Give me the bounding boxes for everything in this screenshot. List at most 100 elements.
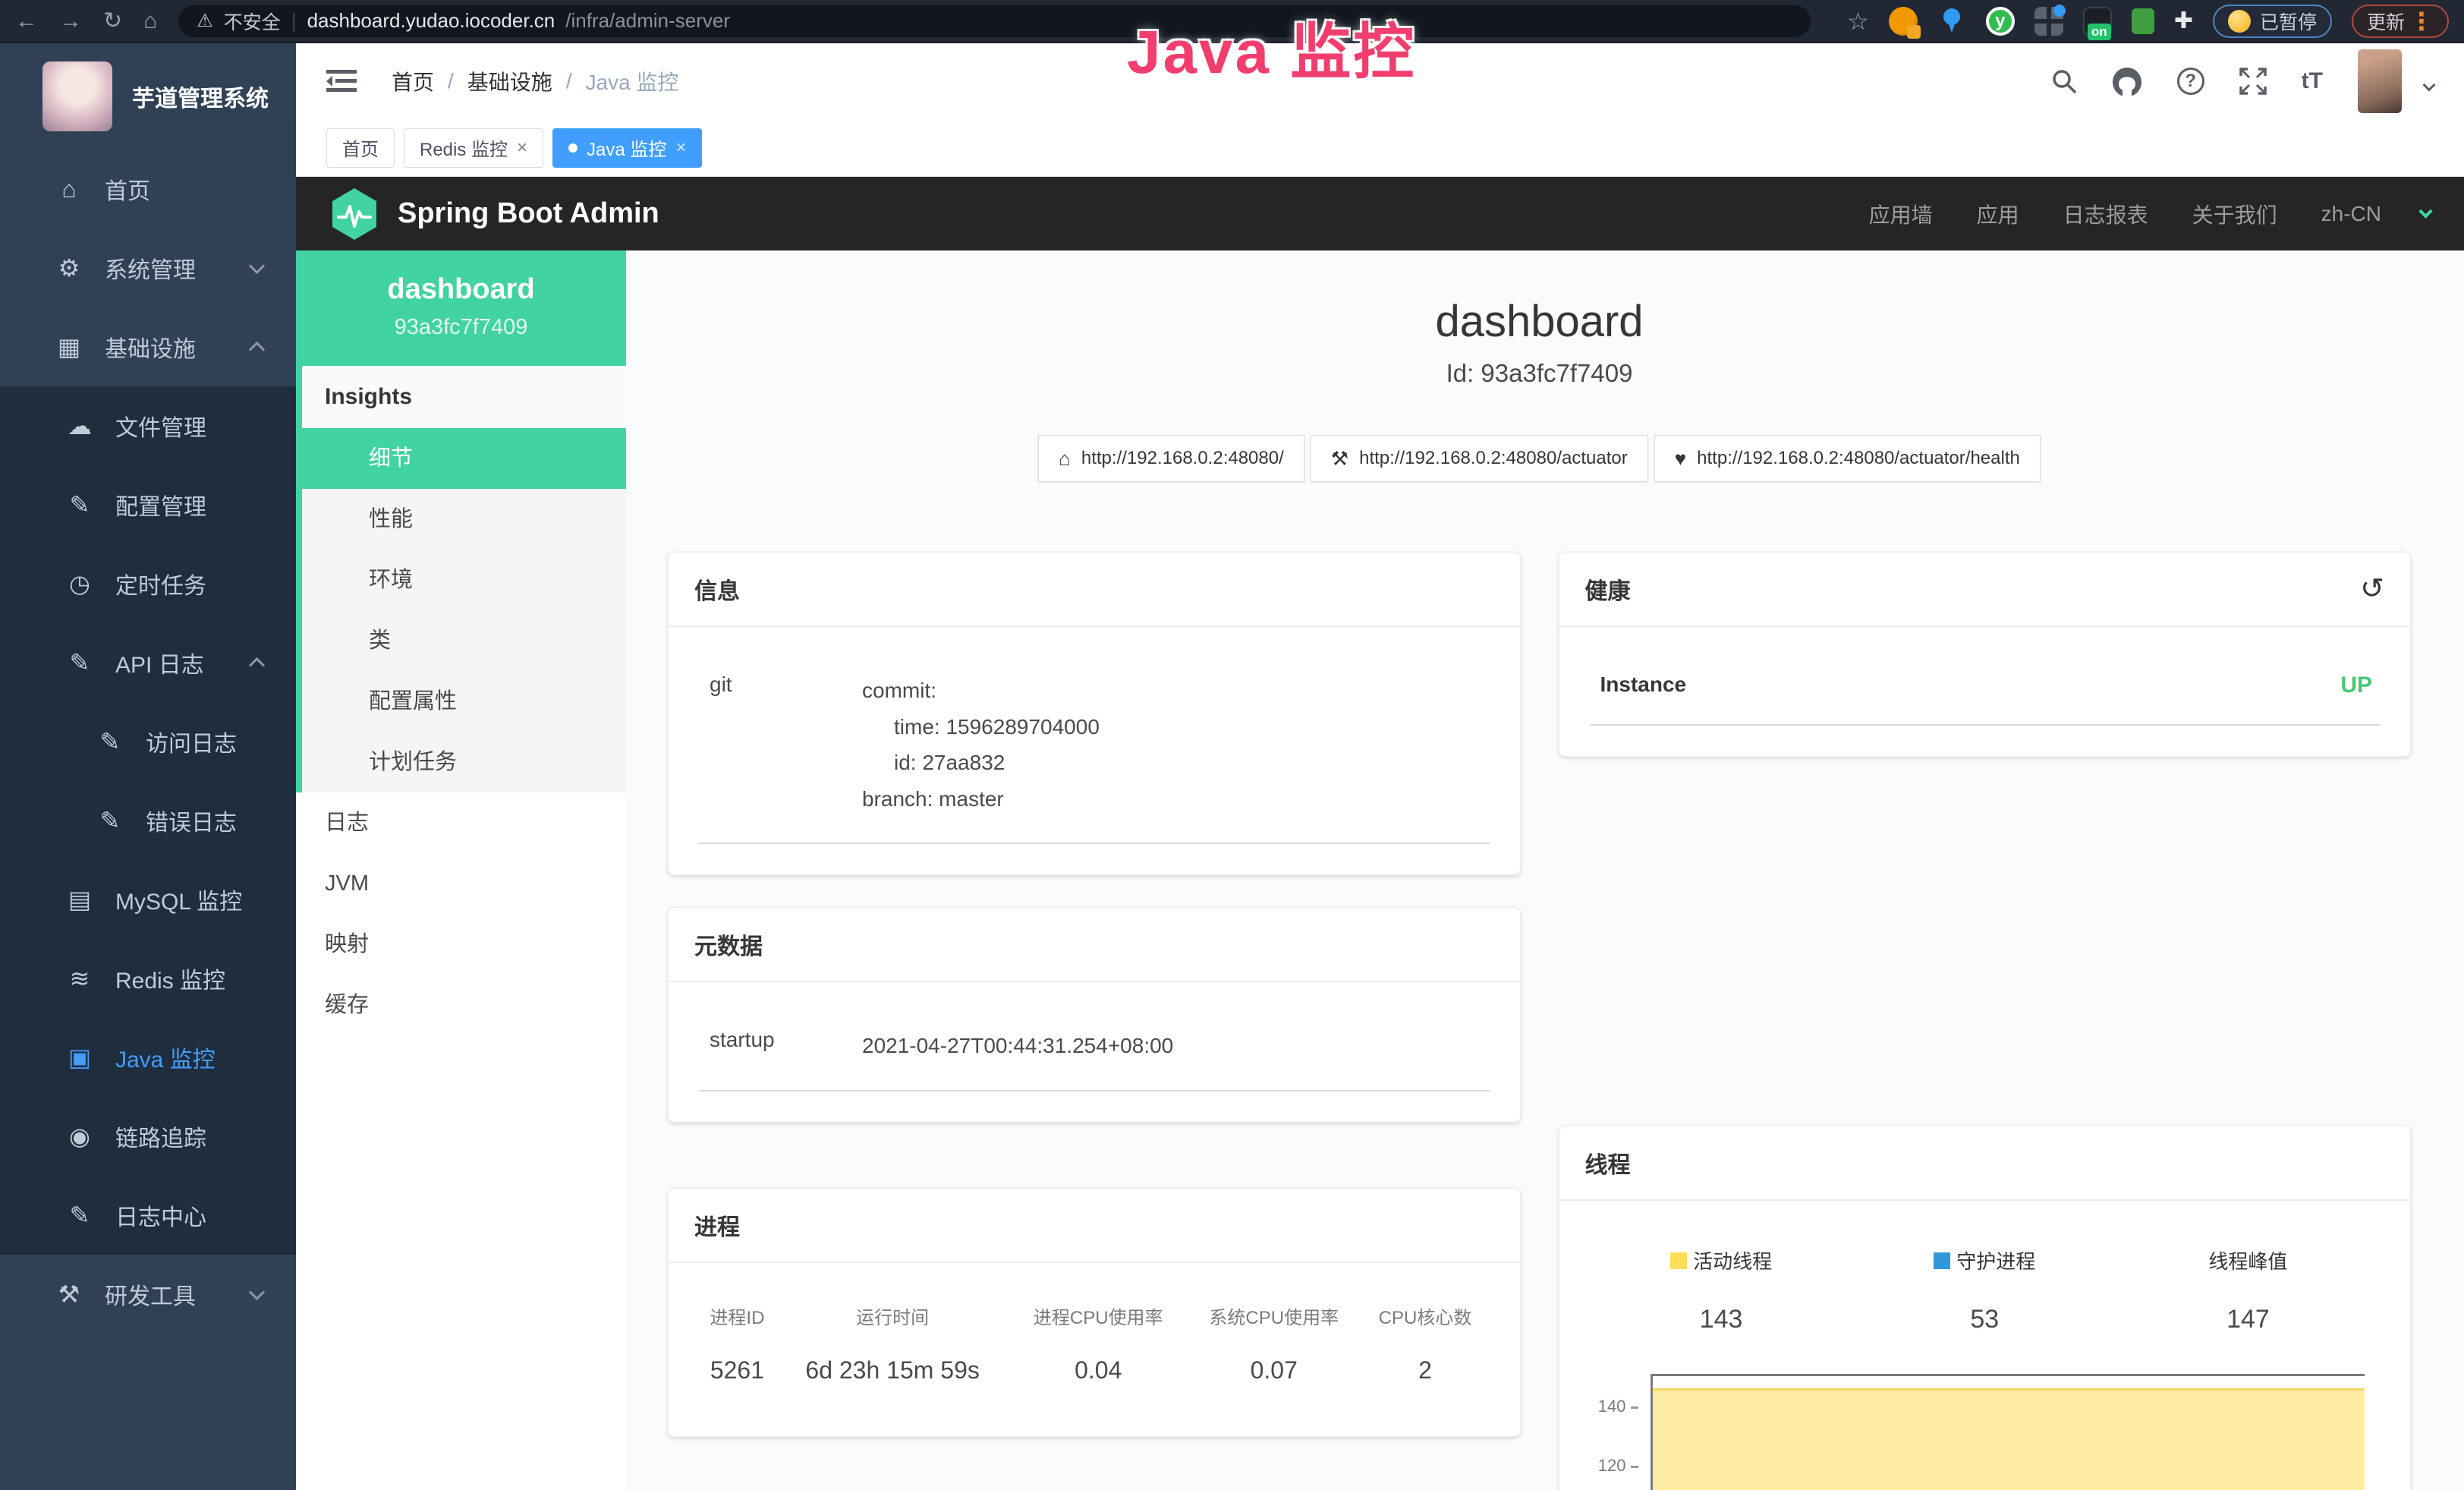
database-icon: ▤ [65,885,94,914]
language-caret-icon [2418,204,2432,218]
address-bar[interactable]: ⚠ 不安全 | dashboard.yudao.iocoder.cn /infr… [178,5,1811,37]
chevron-down-icon [249,257,265,273]
sba-menu-scheduled-tasks[interactable]: 计划任务 [296,732,626,792]
instance-name: dashboard [304,273,618,306]
live-threads-value: 143 [1590,1305,1853,1334]
sidebar-item-scheduled-tasks[interactable]: ◷ 定时任务 [0,544,296,623]
sba-menu-details[interactable]: 细节 [296,428,626,489]
font-size-icon[interactable]: tT [2302,68,2323,94]
sidebar-item-dev-tools[interactable]: ⚒ 研发工具 [0,1255,296,1334]
extension-icon-green[interactable] [2132,8,2154,34]
github-icon[interactable] [2112,67,2142,96]
sba-brand-title[interactable]: Spring Boot Admin [398,197,659,230]
metadata-card: 元数据 startup 2021-04-27T00:44:31.254+08:0… [668,907,1521,1123]
sba-menu-classes[interactable]: 类 [296,610,626,671]
health-instance-row[interactable]: Instance UP [1590,662,2381,726]
sba-menu-metrics[interactable]: 性能 [296,489,626,550]
sba-nav-about[interactable]: 关于我们 [2192,199,2277,229]
insights-section-label: Insights [296,366,626,428]
sba-menu-caches[interactable]: 缓存 [296,975,626,1035]
sidebar-item-mysql-monitor[interactable]: ▤ MySQL 监控 [0,860,296,939]
extension-icon-switch-on[interactable] [2083,7,2112,36]
active-tab-dot [568,143,577,153]
not-secure-warning-icon: ⚠ [197,10,213,32]
sidebar-item-api-logs[interactable]: ✎ API 日志 [0,623,296,702]
sidebar-item-access-logs[interactable]: ✎ 访问日志 [0,702,296,781]
sba-menu-logs[interactable]: 日志 [296,792,626,853]
extensions-puzzle-icon[interactable]: ✚ [2174,8,2193,34]
health-url-button[interactable]: ♥ http://192.168.0.2:48080/actuator/heal… [1654,435,2041,482]
actuator-url: http://192.168.0.2:48080/actuator [1359,448,1628,469]
sidebar-item-label: Java 监控 [115,1041,216,1074]
fullscreen-icon[interactable] [2239,68,2267,95]
browser-back-icon[interactable]: ← [15,10,38,33]
paused-badge[interactable]: 已暂停 [2213,5,2332,38]
browser-forward-icon[interactable]: → [59,10,82,33]
service-url-button[interactable]: ⌂ http://192.168.0.2:48080/ [1038,435,1304,482]
breadcrumb-home[interactable]: 首页 [392,66,434,96]
tools-icon: ⚒ [55,1280,83,1309]
process-value: 0.04 [1011,1356,1185,1404]
sba-language-select[interactable]: zh-CN [2321,202,2381,226]
daemon-threads-swatch [1934,1252,1950,1269]
sidebar-item-redis-monitor[interactable]: ≋ Redis 监控 [0,939,296,1018]
close-icon[interactable]: × [675,137,686,159]
tab-redis-monitor[interactable]: Redis 监控 × [404,128,543,168]
process-card-title: 进程 [669,1189,1520,1263]
heartbeat-icon: ♥ [1675,447,1686,471]
threads-legend: 活动线程 143 守护进程 53 线程峰值 [1590,1246,2381,1334]
sidebar-item-infrastructure[interactable]: ▦ 基础设施 [0,307,296,386]
sba-instance-sidebar: dashboard 93a3fc7f7409 Insights 细节 性能 环境… [296,250,626,1490]
close-icon[interactable]: × [517,137,527,159]
screen-icon: ▣ [65,1043,94,1072]
sidebar-item-config-management[interactable]: ✎ 配置管理 [0,465,296,544]
tab-home[interactable]: 首页 [326,128,395,168]
sidebar-item-label: 链路追踪 [115,1120,206,1153]
extension-icon-pin[interactable] [1937,7,1966,36]
metadata-startup-row: startup 2021-04-27T00:44:31.254+08:00 [699,1017,1490,1092]
extension-icon-y[interactable]: y [1986,7,2015,36]
user-avatar[interactable] [2358,49,2402,113]
health-key: Instance [1590,673,1687,698]
sidebar-item-file-management[interactable]: ☁ 文件管理 [0,386,296,465]
process-col-header: 运行时间 [776,1303,1010,1355]
breadcrumb-infrastructure[interactable]: 基础设施 [467,66,552,96]
sba-nav-wallboard[interactable]: 应用墙 [1869,199,1933,229]
sidebar-logo-row[interactable]: 芋道管理系统 [0,43,296,150]
history-icon[interactable]: ↺ [2360,575,2384,603]
sba-menu-mappings[interactable]: 映射 [296,914,626,975]
sba-menu-config-props[interactable]: 配置属性 [296,671,626,732]
sidebar-item-log-center[interactable]: ✎ 日志中心 [0,1176,296,1255]
browser-reload-icon[interactable]: ↻ [103,10,122,33]
sidebar-item-label: 错误日志 [146,804,237,837]
threads-card-title: 线程 [1559,1126,2411,1201]
help-icon[interactable]: ? [2177,68,2204,95]
security-label: 不安全 [224,8,281,35]
browser-menu-kebab-icon[interactable]: ⋮ [2409,7,2434,36]
sidebar-item-trace[interactable]: ◉ 链路追踪 [0,1097,296,1176]
update-button[interactable]: 更新 ⋮ [2352,5,2449,38]
live-threads-swatch [1670,1252,1687,1269]
actuator-url-button[interactable]: ⚒ http://192.168.0.2:48080/actuator [1311,435,1648,482]
bookmark-star-icon[interactable]: ☆ [1847,7,1869,36]
sba-nav-journal[interactable]: 日志报表 [2063,199,2148,229]
sba-nav-applications[interactable]: 应用 [1977,199,2019,229]
sidebar-item-system-management[interactable]: ⚙ 系统管理 [0,228,296,307]
avatar-caret-icon[interactable] [2423,79,2436,92]
admin-sidebar: 芋道管理系统 ⌂ 首页 ⚙ 系统管理 ▦ 基础设施 ☁ 文件管理 [0,43,296,1490]
browser-extensions-area: ☆ y ✚ 已暂停 更新 ⋮ [1847,5,2449,38]
extension-icon-grid[interactable] [2034,7,2063,36]
sidebar-item-java-monitor[interactable]: ▣ Java 监控 [0,1018,296,1097]
instance-header[interactable]: dashboard 93a3fc7f7409 [296,250,626,366]
metadata-key: startup [699,1028,862,1064]
extension-icon-orange[interactable] [1889,7,1918,36]
tab-java-monitor[interactable]: Java 监控 × [552,128,702,168]
browser-home-icon[interactable]: ⌂ [143,10,157,33]
sidebar-item-home[interactable]: ⌂ 首页 [0,150,296,228]
collapse-sidebar-icon[interactable] [326,68,357,94]
breadcrumb-separator: / [448,69,454,93]
sba-menu-environment[interactable]: 环境 [296,550,626,610]
search-icon[interactable] [2051,68,2077,94]
sidebar-item-error-logs[interactable]: ✎ 错误日志 [0,781,296,860]
sba-menu-jvm[interactable]: JVM [296,853,626,914]
